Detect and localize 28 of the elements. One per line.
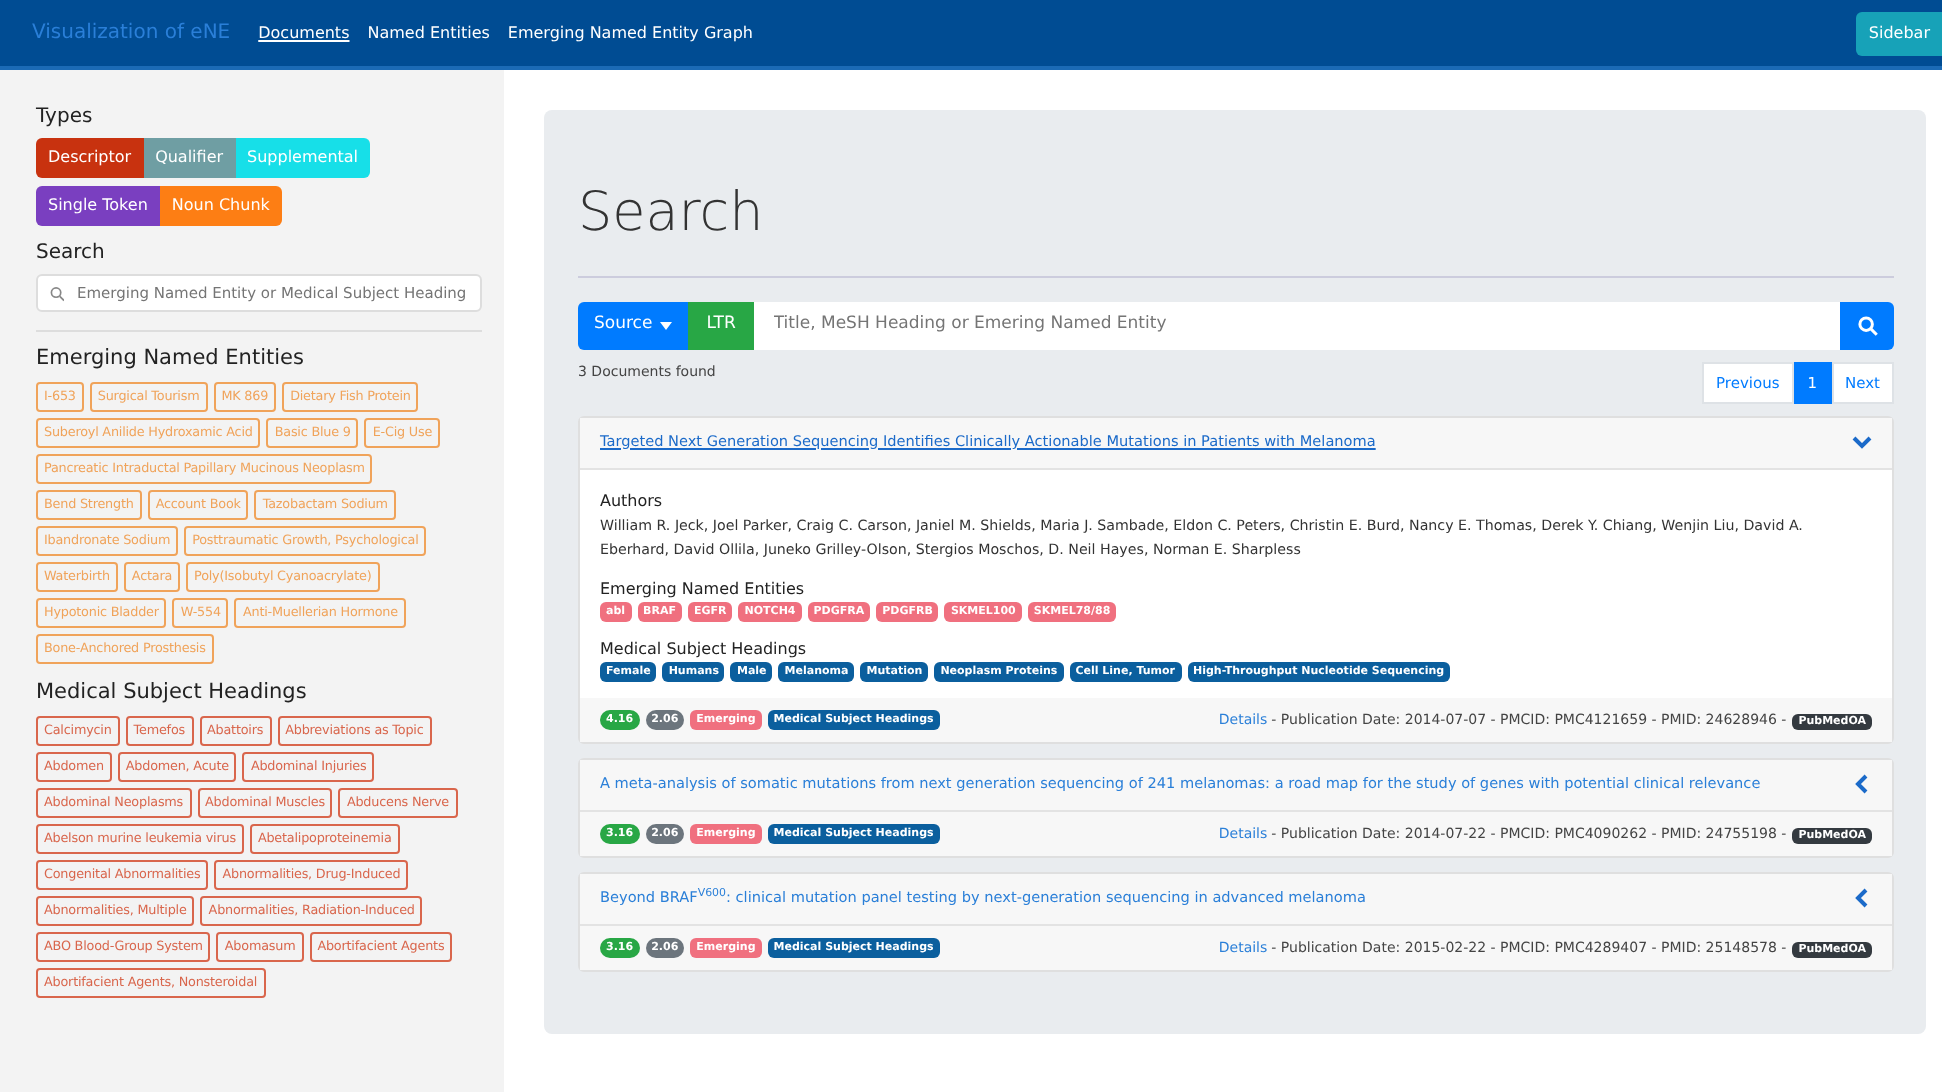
ltr-button[interactable]: LTR	[688, 301, 754, 349]
field-label: Authors	[600, 489, 665, 514]
nav-link[interactable]: Emerging Named Entity Graph	[507, 21, 753, 45]
search-button[interactable]	[1840, 301, 1894, 349]
type-button[interactable]: Single Token	[36, 186, 160, 226]
chevron-icon[interactable]	[1852, 888, 1872, 909]
field-label: Medical Subject Headings	[600, 637, 809, 662]
field-label: Emerging Named Entities	[600, 577, 807, 602]
section-heading: Emerging Named Entities	[36, 344, 306, 374]
chevron-icon[interactable]	[1852, 774, 1872, 795]
section-heading: Medical Subject Headings	[36, 677, 309, 708]
search-icon	[1857, 315, 1877, 335]
type-button[interactable]: Supplemental	[235, 138, 371, 178]
nav-link[interactable]: Documents	[258, 21, 350, 45]
sidebar-button[interactable]: Sidebar	[1856, 11, 1942, 55]
page-title: Search	[578, 180, 766, 248]
brand-link[interactable]: Visualization of eNE	[32, 18, 231, 48]
type-button[interactable]: Noun Chunk	[159, 186, 282, 226]
chevron-icon[interactable]	[1852, 432, 1872, 453]
search-icon	[50, 285, 65, 301]
type-button[interactable]: Qualifier	[143, 138, 236, 178]
nav-link[interactable]: Named Entities	[367, 21, 490, 45]
section-heading: Search	[36, 240, 107, 268]
type-button[interactable]: Descriptor	[36, 138, 144, 178]
source-dropdown[interactable]: Source	[578, 301, 689, 349]
caret-icon	[660, 321, 673, 329]
search-input[interactable]: Title, MeSH Heading or Emering Named Entity	[753, 301, 1840, 349]
section-heading: Types	[36, 104, 95, 132]
